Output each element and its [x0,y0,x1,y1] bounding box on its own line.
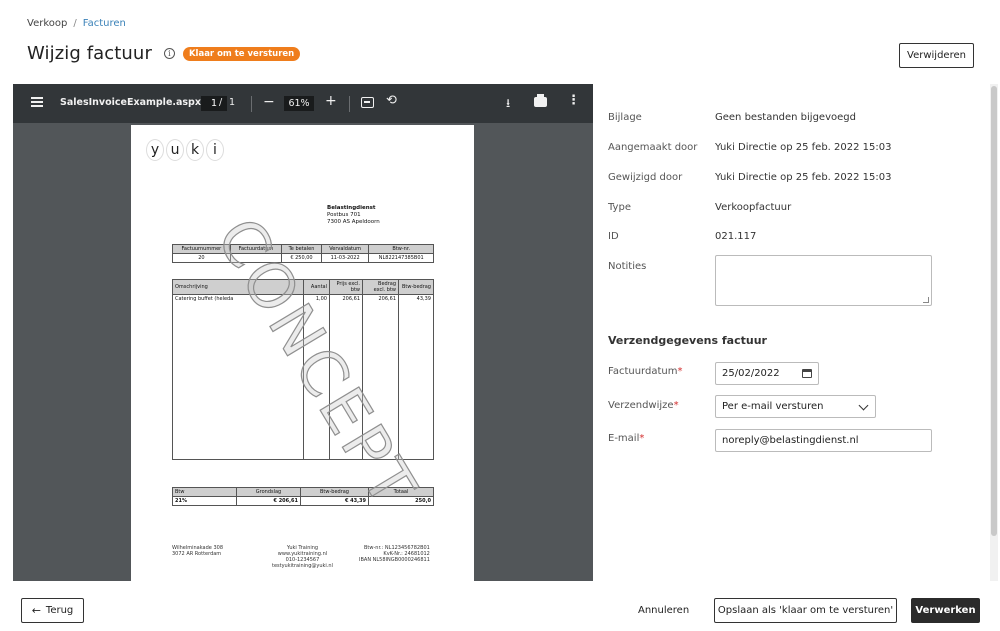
info-icon[interactable]: i [163,48,175,59]
breadcrumb-facturen[interactable]: Facturen [83,18,126,29]
email-label: E-mail* [608,433,644,444]
detail-label-notes: Notities [608,261,647,272]
page-title: Wijzig factuur [27,43,152,64]
back-button-label: Terug [45,605,74,616]
pdf-file-name: SalesInvoiceExample.aspx [60,97,201,108]
detail-label-type: Type [608,202,631,213]
invoice-footer-contact: Yuki Training www.yukitraining.nl 010-12… [272,545,333,569]
resize-handle-icon[interactable] [923,297,929,303]
back-button[interactable]: ← Terug [21,598,84,623]
table-cell: NL822147385B01 [368,253,434,263]
logo-letter: u [166,139,184,161]
status-badge: Klaar om te versturen [182,46,301,61]
breadcrumb: Verkoop / Facturen [27,18,126,29]
send-method-value: Per e-mail versturen [722,401,824,412]
toolbar-divider [251,96,252,112]
more-options-icon[interactable]: ⋮ [567,93,580,108]
invoice-details-panel: Bijlage Geen bestanden bijgevoegd Aangem… [594,84,974,581]
invoice-footer-address: Wilhelminakade 308 3072 AR Rotterdam [172,545,223,557]
page-total: 1 [229,97,236,108]
footer-line: testyukitraining@yuki.nl [272,563,333,569]
arrow-left-icon: ← [31,604,41,617]
download-icon[interactable]: ⭳ [506,94,510,115]
pdf-viewer[interactable]: SalesInvoiceExample.aspx 1 / 1 − 61% + ⟲… [13,84,593,581]
table-header: Btw-bedrag [398,279,434,295]
invoice-date-input[interactable]: 25/02/2022 [715,362,819,385]
table-header: Prijs excl. btw [329,279,363,295]
yuki-logo: y u k i [146,139,224,161]
page-scrollbar[interactable] [990,84,998,581]
table-header: Btw [172,487,237,497]
email-label-text: E-mail [608,433,640,444]
logo-letter: k [186,139,204,161]
table-cell: 11-03-2022 [320,253,370,263]
detail-value-created: Yuki Directie op 25 feb. 2022 15:03 [715,142,892,153]
page-separator: / [219,97,223,108]
scrollbar-thumb[interactable] [991,86,997,536]
cancel-button[interactable]: Annuleren [638,598,689,623]
bottom-action-bar: ← Terug Annuleren Opslaan als 'klaar om … [0,583,1000,631]
calendar-icon[interactable] [802,369,812,378]
footer-line: 3072 AR Rotterdam [172,551,222,557]
required-mark: * [639,433,645,444]
table-cell: 43,39 [398,294,434,460]
email-value: noreply@belastingdienst.nl [722,435,859,446]
rotate-icon[interactable]: ⟲ [386,93,397,108]
table-cell: € 206,61 [236,496,301,506]
recipient-street: Postbus 701 [327,212,361,218]
toolbar-divider [349,96,350,112]
invoice-date-value: 25/02/2022 [722,368,780,379]
title-row: Wijzig factuur i Klaar om te versturen [27,43,301,64]
menu-icon[interactable] [31,97,43,107]
detail-value-modified: Yuki Directie op 25 feb. 2022 15:03 [715,172,892,183]
invoice-date-label-text: Factuurdatum [608,366,678,377]
breadcrumb-verkoop[interactable]: Verkoop [27,18,67,29]
invoice-page: y u k i Belastingdienst Postbus 701 7300… [131,125,474,581]
send-method-select[interactable]: Per e-mail versturen [715,395,876,418]
zoom-in-button[interactable]: + [325,93,337,109]
zoom-out-button[interactable]: − [263,94,275,110]
recipient-address: Belastingdienst Postbus 701 7300 AS Apel… [327,205,380,226]
recipient-city: 7300 AS Apeldoorn [327,219,380,225]
notes-textarea[interactable] [715,255,932,306]
detail-label-created: Aangemaakt door [608,142,698,153]
detail-label-bijlage: Bijlage [608,112,642,123]
page-number-input[interactable]: 1 [201,96,227,111]
footer-line: IBAN NL58INGB0000246811 [359,557,430,563]
pdf-toolbar: SalesInvoiceExample.aspx 1 / 1 − 61% + ⟲… [13,84,593,123]
recipient-name: Belastingdienst [327,205,376,211]
table-header: Btw-nr. [368,244,434,254]
logo-letter: i [206,139,224,161]
send-method-label: Verzendwijze* [608,400,679,411]
print-icon[interactable] [534,94,547,107]
detail-label-modified: Gewijzigd door [608,172,683,183]
required-mark: * [673,400,679,411]
invoice-footer-registration: Btw-nr.: NL123456782B01 KvK-Nr.: 2468101… [359,545,430,563]
chevron-down-icon [858,400,869,411]
detail-value-type: Verkoopfactuur [715,202,792,213]
table-header: Bedrag excl. btw [362,279,399,295]
fit-page-icon[interactable] [361,97,374,108]
table-cell: 21% [172,496,237,506]
save-ready-button[interactable]: Opslaan als 'klaar om te versturen' [714,598,897,623]
breadcrumb-separator: / [73,18,77,29]
logo-letter: y [146,139,164,161]
delete-button[interactable]: Verwijderen [899,43,974,68]
shipping-section-title: Verzendgegevens factuur [608,334,767,347]
process-button[interactable]: Verwerken [911,598,980,623]
required-mark: * [677,366,683,377]
detail-value-id: 021.117 [715,231,757,242]
send-method-label-text: Verzendwijze [608,400,674,411]
table-header: Grondslag [236,487,301,497]
table-header: Vervaldatum [320,244,370,254]
zoom-level-input[interactable]: 61% [284,96,314,111]
email-field[interactable]: noreply@belastingdienst.nl [715,429,932,452]
detail-value-bijlage: Geen bestanden bijgevoegd [715,112,856,123]
detail-label-id: ID [608,231,619,242]
invoice-date-label: Factuurdatum* [608,366,682,377]
